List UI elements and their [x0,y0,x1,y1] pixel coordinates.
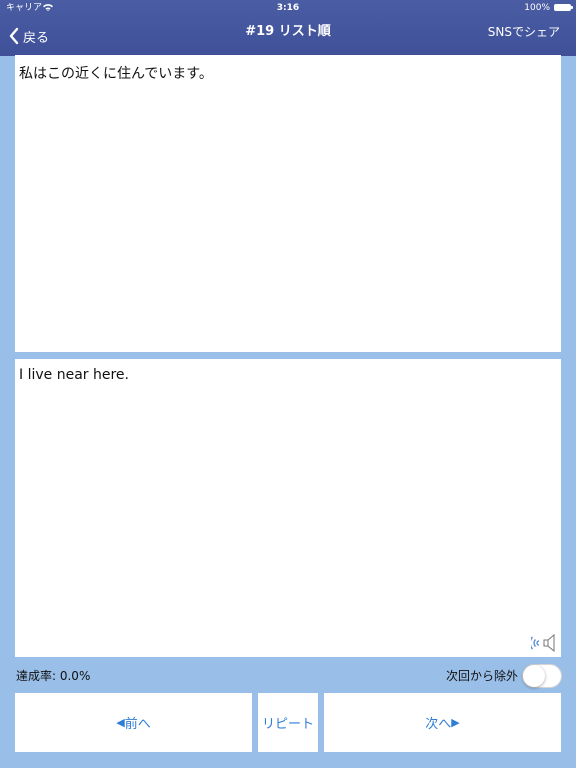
status-clock: 3:16 [276,3,300,13]
battery-icon [554,4,573,11]
exclude-next-time-label: 次回から除外 [445,669,518,683]
status-bar: キャリア 3:16 100% [0,0,576,16]
battery-percent: 100% [524,3,550,13]
japanese-sentence-text: 私はこの近くに住んでいます。 [19,66,213,82]
progress-rate: 達成率: 0.0% [16,669,91,683]
share-sns-button[interactable]: SNSでシェア [488,16,560,48]
navigation-bar: 戻る #19 リスト順 SNSでシェア [0,16,576,56]
repeat-button-label: リピート [261,717,314,732]
speaker-icon[interactable] [531,633,557,653]
previous-button[interactable]: ◀ 前へ [15,693,252,752]
previous-arrow-icon: ◀ [116,716,125,729]
top-bar: キャリア 3:16 100% 戻る #19 リスト順 SNSでシェア [0,0,576,56]
exclude-next-time-toggle[interactable] [522,664,562,688]
previous-button-label: 前へ [124,717,151,732]
japanese-sentence-card: 私はこの近くに住んでいます。 [15,55,561,352]
english-sentence-text: I live near here. [19,367,129,383]
toggle-knob [523,665,545,687]
english-sentence-card: I live near here. [15,359,561,657]
next-arrow-icon: ▶ [451,716,460,729]
next-button[interactable]: 次へ ▶ [324,693,561,752]
next-button-label: 次へ [425,717,452,732]
repeat-button[interactable]: リピート [258,693,318,752]
